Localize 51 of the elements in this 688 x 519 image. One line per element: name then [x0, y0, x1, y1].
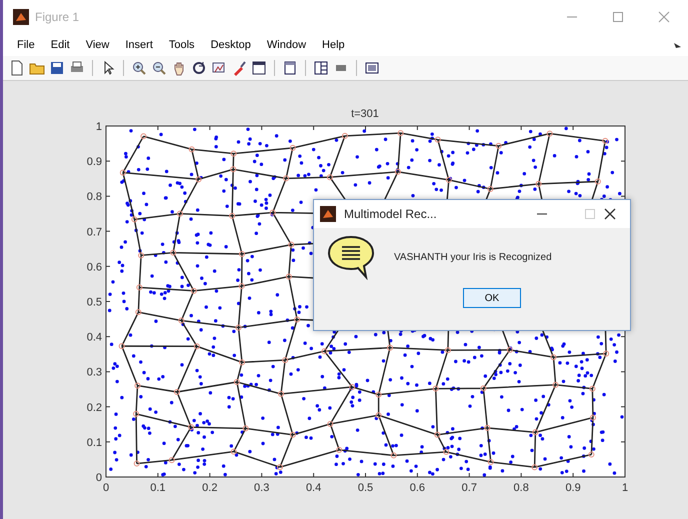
x-tick-label: 0.3 — [254, 482, 270, 494]
zoom-in-icon[interactable] — [131, 60, 147, 76]
menu-item[interactable]: Insert — [117, 39, 161, 51]
window-title: Figure 1 — [35, 10, 80, 24]
menu-item[interactable]: File — [9, 39, 43, 51]
x-tick-label: 0.4 — [306, 482, 322, 494]
x-tick-label: 0 — [102, 482, 110, 494]
speech-bubble-icon — [326, 234, 376, 280]
x-tick-label: 0.2 — [202, 482, 218, 494]
x-tick-label: 0.5 — [358, 482, 374, 494]
dialog-message: VASHANTH your Iris is Recognized — [394, 252, 552, 262]
y-tick-label: 0.6 — [86, 261, 102, 274]
menu-item[interactable]: Edit — [42, 39, 78, 51]
app-icon — [13, 9, 29, 25]
y-tick-label: 0.2 — [86, 402, 102, 414]
layout-icon[interactable] — [364, 60, 380, 76]
x-tick-label: 0.6 — [410, 482, 426, 494]
y-tick-label: 0.8 — [86, 191, 102, 204]
y-tick-label: 0 — [96, 472, 102, 484]
plot-title: t=301 — [351, 108, 379, 120]
menu-item[interactable]: Desktop — [202, 39, 259, 51]
window-icon[interactable] — [251, 60, 267, 76]
close-icon[interactable] — [604, 208, 616, 220]
menu-item[interactable]: Tools — [160, 39, 203, 51]
y-tick-label: 0.3 — [86, 366, 102, 379]
dock-arrow-icon[interactable] — [674, 41, 682, 49]
maximize-icon — [584, 208, 596, 220]
maximize-icon[interactable] — [612, 11, 624, 23]
y-tick-label: 0.1 — [86, 436, 102, 449]
dialog-title: Multimodel Rec... — [344, 207, 438, 221]
menu-item[interactable]: Help — [314, 39, 353, 51]
menu-item[interactable]: View — [78, 39, 118, 51]
x-tick-label: 0.8 — [514, 482, 529, 494]
y-tick-label: 0.4 — [86, 332, 102, 344]
panel-icon[interactable] — [282, 60, 298, 76]
x-tick-label: 0.9 — [565, 482, 581, 494]
menu-item[interactable]: Window — [258, 39, 314, 51]
x-tick-label: 0.7 — [462, 482, 477, 494]
app-icon — [320, 206, 336, 222]
zoom-out-icon[interactable] — [151, 60, 167, 76]
rotate-icon[interactable] — [191, 60, 207, 76]
x-tick-label: 0.1 — [150, 482, 166, 494]
ok-button[interactable]: OK — [463, 288, 521, 308]
list-icon[interactable] — [313, 60, 329, 76]
x-tick-label: 1 — [622, 482, 628, 494]
save-icon[interactable] — [49, 60, 65, 76]
y-tick-label: 0.5 — [86, 296, 102, 308]
new-file-icon[interactable] — [9, 60, 25, 76]
y-tick-label: 1 — [96, 121, 102, 133]
y-tick-label: 0.9 — [86, 156, 102, 168]
y-tick-label: 0.7 — [86, 226, 102, 238]
